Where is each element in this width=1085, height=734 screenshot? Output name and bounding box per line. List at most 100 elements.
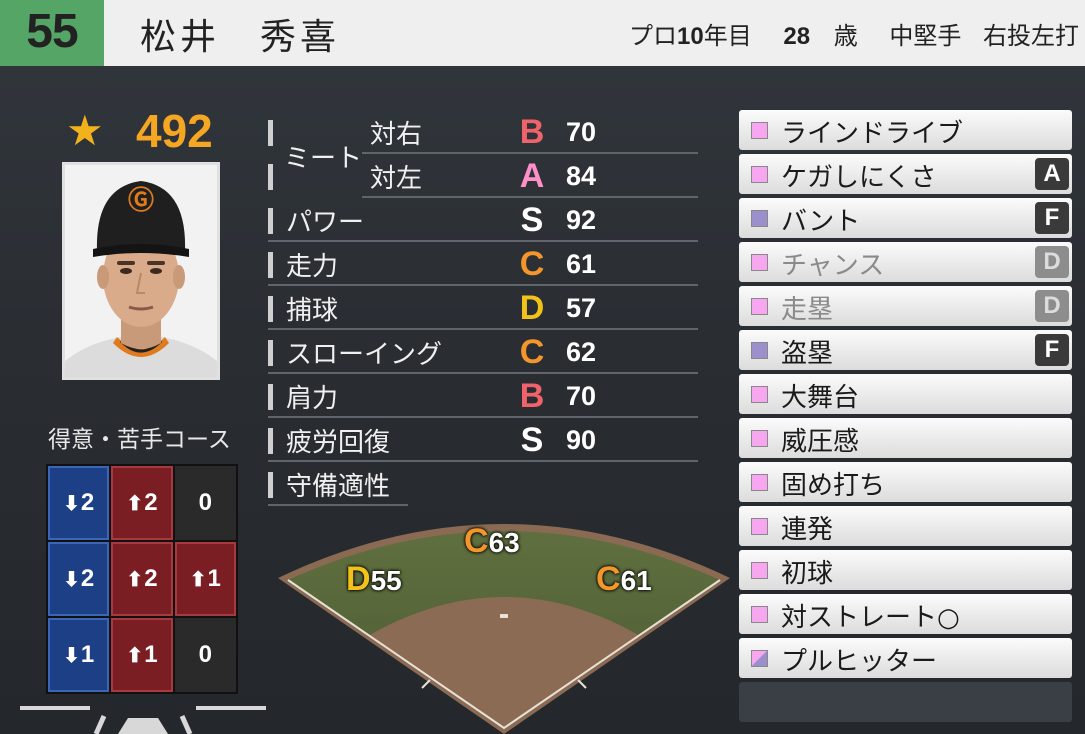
ability-marker-icon [751, 342, 768, 359]
stat-divider [268, 372, 698, 374]
stat-bar [268, 208, 273, 234]
ability-marker-icon [751, 210, 768, 227]
right-field-rating: C61 [596, 560, 652, 599]
power-grade: S [520, 201, 544, 239]
zone-cell: 0 [174, 618, 236, 692]
throw-label: スローイング [286, 340, 443, 370]
power-label: パワー [286, 208, 365, 238]
stat-bar [268, 296, 273, 322]
catch-grade: D [519, 289, 545, 327]
ability-label: 対ストレート○ [781, 603, 960, 633]
zone-value: 2 [144, 565, 158, 592]
zone-value: 0 [198, 489, 212, 516]
throw-value: 62 [566, 337, 597, 367]
zone-value: 2 [80, 565, 95, 592]
zone-cell: ⬆ 2 [111, 466, 173, 540]
ability-rank-badge: F [1035, 202, 1069, 234]
zone-cell: ⬆ 1 [111, 618, 173, 692]
career-suffix: 年目 [703, 22, 752, 50]
uniform-number-box: 55 [0, 0, 104, 66]
stat-bar [268, 428, 273, 454]
ability-marker-icon [751, 562, 768, 579]
center-field-rating: C63 [464, 522, 520, 561]
ability-label: 盗塁 [781, 339, 834, 369]
arm-grade: B [519, 377, 545, 415]
arrow-up-icon: ⬆ [126, 568, 144, 591]
right-field-value: 61 [620, 565, 652, 596]
ability-marker-icon [751, 298, 768, 315]
ability-label: プルヒッター [781, 647, 938, 677]
home-plate-icon [20, 706, 266, 734]
ability-item: 対ストレート○ [739, 594, 1072, 634]
ability-item: チャンス D [739, 242, 1072, 282]
arrow-up-icon: ⬆ [189, 568, 207, 591]
svg-text:Ⓖ: Ⓖ [128, 185, 154, 216]
left-field-grade: D [346, 560, 371, 598]
ability-label: 連発 [781, 515, 834, 545]
zone-value: 2 [144, 489, 158, 516]
stat-bar [268, 384, 273, 410]
center-field-value: 63 [488, 527, 520, 558]
speed-grade: C [519, 245, 545, 283]
ability-item: 初球 [739, 550, 1072, 590]
center-field-grade: C [464, 522, 489, 560]
zone-cell: ⬆ 1 [174, 542, 236, 616]
career-years: 10 [677, 23, 704, 50]
zone-cell: ⬇ 2 [48, 466, 110, 540]
handedness: 右投左打 [983, 22, 1079, 50]
ability-marker-icon [751, 386, 768, 403]
arrow-down-icon: ⬇ [63, 568, 80, 591]
ability-label: 初球 [781, 559, 834, 589]
zone-value: 1 [80, 641, 95, 668]
arrow-down-icon: ⬇ [63, 492, 80, 515]
ability-item: 威圧感 [739, 418, 1072, 458]
uniform-number: 55 [26, 5, 78, 58]
arm-label: 肩力 [286, 384, 339, 414]
zone-cell: ⬇ 2 [48, 542, 110, 616]
recovery-value: 90 [566, 425, 597, 455]
zone-cell: ⬆ 2 [111, 542, 173, 616]
arrow-down-icon: ⬇ [63, 644, 80, 667]
stat-bar [268, 472, 273, 498]
recovery-grade: S [520, 421, 544, 459]
fielding-diagram: C63 D55 C61 [278, 510, 730, 734]
age-suffix: 歳 [833, 22, 858, 50]
stat-bar [268, 164, 273, 190]
meet_right-value: 70 [566, 117, 597, 147]
ability-label: ラインドライブ [781, 119, 964, 149]
catch-label: 捕球 [286, 296, 339, 326]
career-label: プロ [629, 22, 678, 50]
ability-marker-icon [751, 474, 768, 491]
left-field-value: 55 [370, 565, 402, 596]
ability-rank-badge: D [1035, 246, 1069, 278]
arrow-up-icon: ⬆ [126, 644, 144, 667]
zone-value: 1 [144, 641, 158, 668]
ability-item: 大舞台 [739, 374, 1072, 414]
meet_left-grade: A [519, 157, 545, 195]
stat-divider [268, 504, 408, 506]
player-portrait: Ⓖ [62, 162, 220, 380]
ability-item: 盗塁 F [739, 330, 1072, 370]
ability-item: バント F [739, 198, 1072, 238]
star-icon: ★ [66, 106, 104, 155]
ability-marker-icon [751, 254, 768, 271]
position: 中堅手 [889, 22, 962, 50]
ability-label: 大舞台 [781, 383, 860, 413]
meet_right-grade: B [519, 113, 545, 151]
player-name: 松井 秀喜 [140, 17, 341, 58]
ability-marker-icon [751, 606, 768, 623]
zone-cell: ⬇ 1 [48, 618, 110, 692]
ability-rank-badge: A [1035, 158, 1069, 190]
speed-value: 61 [566, 249, 597, 279]
zone-value: 2 [80, 489, 95, 516]
meet_left-value: 84 [566, 161, 597, 191]
zone-value: 0 [198, 641, 212, 668]
ability-item: プルヒッター [739, 638, 1072, 678]
ability-label: 固め打ち [781, 471, 886, 501]
player-info: プロ10年目 28 歳 中堅手 右投左打 [629, 16, 1079, 51]
power-value: 92 [566, 205, 597, 235]
right-field-grade: C [596, 560, 621, 598]
stat-divider [362, 196, 698, 198]
stat-divider [268, 328, 698, 330]
zone-cell: 0 [174, 466, 236, 540]
